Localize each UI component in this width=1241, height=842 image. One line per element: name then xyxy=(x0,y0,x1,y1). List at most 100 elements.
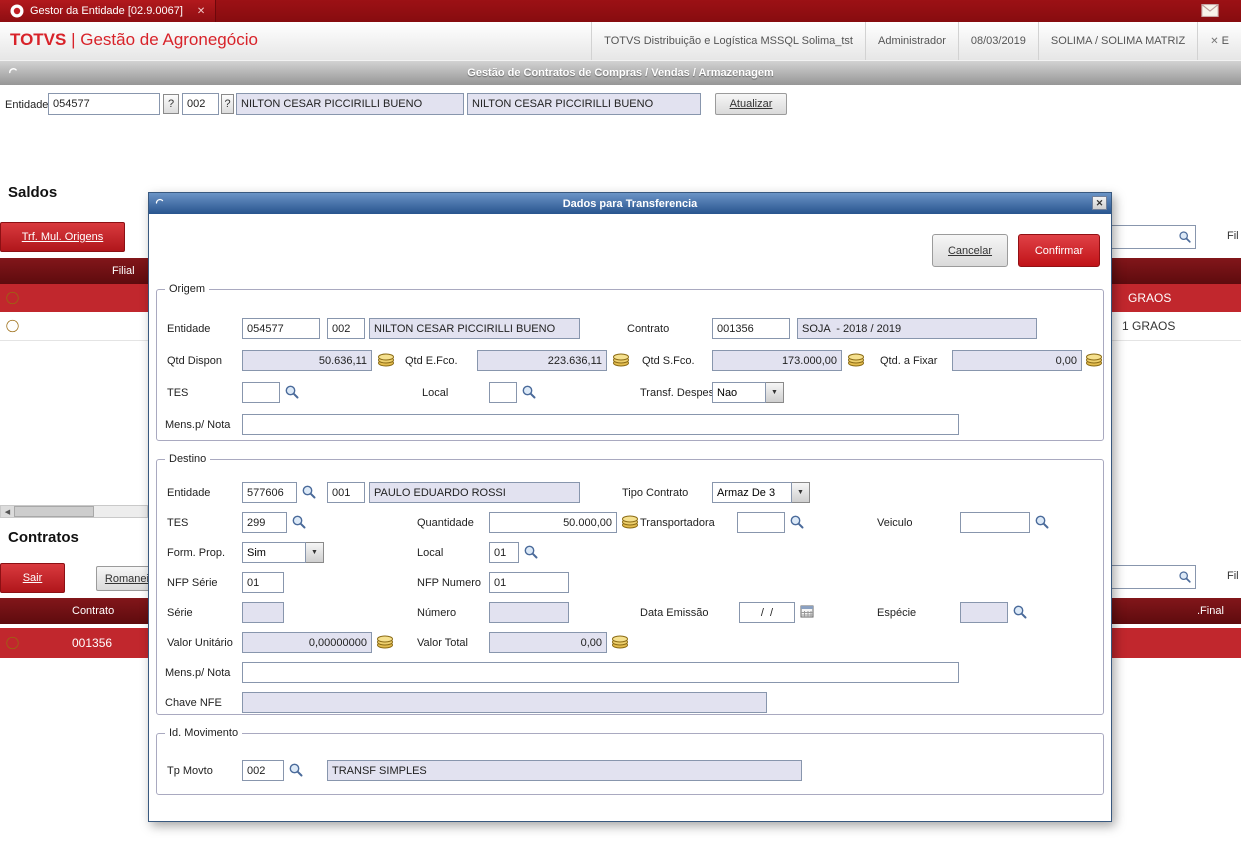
search-icon[interactable] xyxy=(1178,230,1192,244)
quantidade-input[interactable] xyxy=(489,512,617,533)
destino-entidade-input[interactable] xyxy=(242,482,297,503)
exit-label: E xyxy=(1221,35,1229,47)
destino-loja-input[interactable] xyxy=(327,482,365,503)
origem-nome-field xyxy=(369,318,580,339)
money-icon[interactable] xyxy=(621,515,639,529)
tab-close-icon[interactable]: ✕ xyxy=(197,6,205,17)
confirmar-label: Confirmar xyxy=(1034,244,1084,257)
trf-mul-origens-button[interactable]: Trf. Mul. Origens xyxy=(0,222,125,252)
chevron-down-icon[interactable]: ▼ xyxy=(792,482,810,503)
mail-icon[interactable] xyxy=(1201,4,1219,17)
money-icon[interactable] xyxy=(1085,353,1103,367)
destino-local-input[interactable] xyxy=(489,542,519,563)
qtd-fixar-field xyxy=(952,350,1082,371)
origem-legend: Origem xyxy=(165,283,210,295)
app-tab[interactable]: Gestor da Entidade [02.9.0067] ✕ xyxy=(0,0,217,22)
lookup-icon[interactable] xyxy=(291,514,307,530)
sair-button[interactable]: Sair xyxy=(0,563,65,593)
contratos-col-contrato[interactable]: Contrato xyxy=(72,605,114,617)
entidade-code-input[interactable] xyxy=(48,93,160,115)
destino-mens-input[interactable] xyxy=(242,662,959,683)
money-icon[interactable] xyxy=(612,353,630,367)
calendar-icon[interactable] xyxy=(800,604,814,618)
dialog-title: Dados para Transferencia xyxy=(562,197,698,210)
saldos-hscrollbar[interactable]: ◀ xyxy=(0,505,148,518)
money-icon[interactable] xyxy=(376,635,394,649)
confirmar-button[interactable]: Confirmar xyxy=(1018,234,1100,267)
tp-movto-label: Tp Movto xyxy=(167,765,213,777)
entidade-help-button[interactable]: ? xyxy=(163,94,179,114)
form-prop-value: Sim xyxy=(242,542,306,563)
qtd-efco-field xyxy=(477,350,607,371)
lookup-icon[interactable] xyxy=(301,484,317,500)
origem-local-input[interactable] xyxy=(489,382,517,403)
saldos-title: Saldos xyxy=(8,184,58,201)
destino-local-label: Local xyxy=(417,547,444,559)
origem-mens-label: Mens.p/ Nota xyxy=(165,419,231,431)
dialog-close-icon[interactable]: ✕ xyxy=(1092,196,1107,210)
saldos-col-filial[interactable]: Filial xyxy=(112,265,135,277)
origem-contrato-desc-field xyxy=(797,318,1037,339)
search-icon[interactable] xyxy=(1178,570,1192,584)
nfp-numero-label: NFP Numero xyxy=(417,577,481,589)
transf-despesa-combo[interactable]: Nao ▼ xyxy=(712,382,784,403)
lookup-icon[interactable] xyxy=(789,514,805,530)
data-emissao-input[interactable] xyxy=(739,602,795,623)
nfp-numero-input[interactable] xyxy=(489,572,569,593)
nfp-serie-input[interactable] xyxy=(242,572,284,593)
origem-groupbox: Origem Entidade Contrato Qtd Dispon Qtd … xyxy=(156,283,1104,441)
atualizar-button[interactable]: Atualizar xyxy=(715,93,787,115)
transf-despesa-value: Nao xyxy=(712,382,766,403)
money-icon[interactable] xyxy=(611,635,629,649)
scroll-left-arrow-icon[interactable]: ◀ xyxy=(1,506,15,517)
contratos-filter-partial-label: Fil xyxy=(1227,570,1239,582)
qtd-dispon-field xyxy=(242,350,372,371)
lookup-icon[interactable] xyxy=(1034,514,1050,530)
store-help-button[interactable]: ? xyxy=(221,94,234,114)
dialog-title-bar[interactable]: Dados para Transferencia ✕ xyxy=(149,193,1111,214)
lookup-icon[interactable] xyxy=(1012,604,1028,620)
numero-field xyxy=(489,602,569,623)
qtd-efco-label: Qtd E.Fco. xyxy=(405,355,458,367)
chave-nfe-label: Chave NFE xyxy=(165,697,222,709)
lookup-icon[interactable] xyxy=(523,544,539,560)
money-icon[interactable] xyxy=(377,353,395,367)
entidade-name-field xyxy=(236,93,464,115)
program-title-bar: Gestão de Contratos de Compras / Vendas … xyxy=(0,60,1241,85)
lookup-icon[interactable] xyxy=(288,762,304,778)
cancelar-button[interactable]: Cancelar xyxy=(932,234,1008,267)
veiculo-input[interactable] xyxy=(960,512,1030,533)
transportadora-input[interactable] xyxy=(737,512,785,533)
program-icon xyxy=(6,65,21,80)
chevron-down-icon[interactable]: ▼ xyxy=(766,382,784,403)
money-icon[interactable] xyxy=(847,353,865,367)
contratos-row1-contrato: 001356 xyxy=(72,636,113,650)
transferencia-dialog: Dados para Transferencia ✕ Cancelar Conf… xyxy=(148,192,1112,822)
chevron-down-icon[interactable]: ▼ xyxy=(306,542,324,563)
origem-contrato-input[interactable] xyxy=(712,318,790,339)
contratos-title: Contratos xyxy=(8,529,79,546)
form-prop-combo[interactable]: Sim ▼ xyxy=(242,542,324,563)
brand-app-text: | Gestão de Agronegócio xyxy=(71,30,258,49)
tipo-contrato-combo[interactable]: Armaz De 3 ▼ xyxy=(712,482,810,503)
lookup-icon[interactable] xyxy=(521,384,537,400)
company-branch: SOLIMA / SOLIMA MATRIZ xyxy=(1037,22,1197,60)
exit-button[interactable]: ✕ E xyxy=(1197,22,1241,60)
tab-title: Gestor da Entidade [02.9.0067] xyxy=(30,5,183,17)
destino-tes-input[interactable] xyxy=(242,512,287,533)
origem-loja-input[interactable] xyxy=(327,318,365,339)
origem-mens-input[interactable] xyxy=(242,414,959,435)
entidade-label: Entidade xyxy=(5,99,49,111)
row-status-icon xyxy=(6,292,19,305)
origem-entidade-input[interactable] xyxy=(242,318,320,339)
contratos-col-final[interactable]: .Final xyxy=(1197,605,1224,617)
tp-movto-input[interactable] xyxy=(242,760,284,781)
origem-tes-input[interactable] xyxy=(242,382,280,403)
scrollbar-thumb[interactable] xyxy=(14,506,94,517)
origem-local-label: Local xyxy=(422,387,449,399)
entidade-store-input[interactable] xyxy=(182,93,219,115)
nfp-serie-label: NFP Série xyxy=(167,577,218,589)
lookup-icon[interactable] xyxy=(284,384,300,400)
origem-contrato-label: Contrato xyxy=(627,323,670,335)
dialog-icon xyxy=(153,196,167,210)
